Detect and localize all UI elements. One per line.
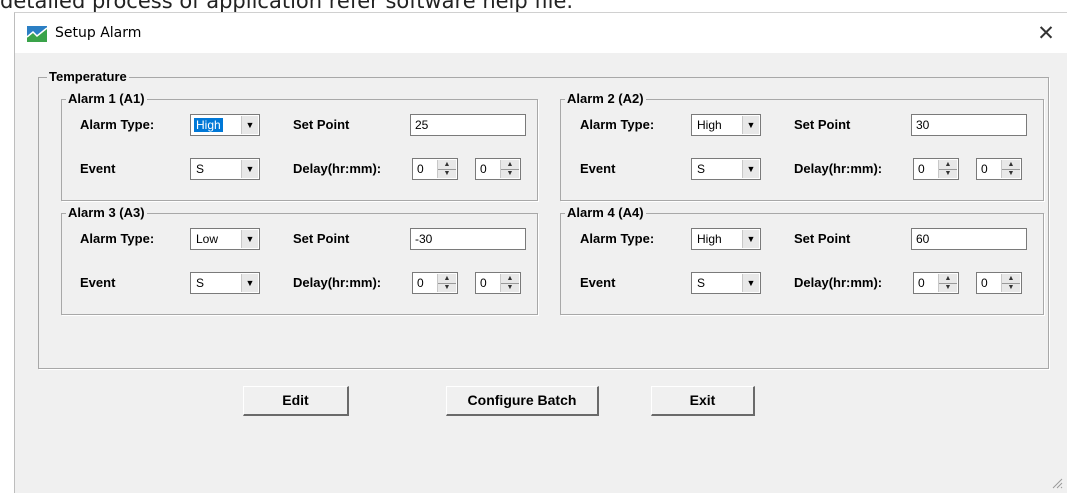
window-title: Setup Alarm [55,25,142,41]
set-point-label: Set Point [794,117,851,132]
delay-minutes-value: 0 [981,276,988,290]
chevron-down-icon[interactable]: ▼ [241,230,258,248]
close-button[interactable]: ✕ [1031,19,1061,47]
alarm-4-group: Alarm 4 (A4) Alarm Type: High ▼ Set Poin… [560,205,1044,315]
chevron-down-icon[interactable]: ▼ [742,274,759,292]
alarm-type-select[interactable]: Low ▼ [190,228,260,250]
set-point-input[interactable]: -30 [410,228,526,250]
edit-button[interactable]: Edit [243,386,349,416]
alarm-type-value: High [697,118,722,132]
delay-hours-spinner[interactable]: 0 ▲ ▼ [412,158,458,180]
alarm-type-select[interactable]: High ▼ [691,114,761,136]
set-point-label: Set Point [293,231,350,246]
alarm-group-title: Alarm 3 (A3) [66,205,147,221]
temperature-group-label: Temperature [47,69,129,85]
event-select[interactable]: S ▼ [691,158,761,180]
delay-hours-value: 0 [417,276,424,290]
chevron-down-icon[interactable]: ▼ [742,160,759,178]
spinner-arrows-icon[interactable]: ▲ ▼ [938,274,957,292]
event-label: Event [80,275,116,290]
alarm-3-group: Alarm 3 (A3) Alarm Type: Low ▼ Set Point… [61,205,538,315]
alarm-2-group: Alarm 2 (A2) Alarm Type: High ▼ Set Poin… [560,91,1044,201]
spinner-arrows-icon[interactable]: ▲ ▼ [437,274,456,292]
delay-minutes-spinner[interactable]: 0 ▲ ▼ [976,158,1022,180]
event-value: S [697,162,706,176]
event-select[interactable]: S ▼ [691,272,761,294]
alarm-type-label: Alarm Type: [580,231,655,246]
title-bar: Setup Alarm ✕ [15,13,1067,53]
set-point-label: Set Point [794,231,851,246]
spinner-arrows-icon[interactable]: ▲ ▼ [1001,160,1020,178]
event-value: S [196,276,205,290]
delay-label: Delay(hr:mm): [794,161,883,176]
alarm-type-select[interactable]: High ▼ [691,228,761,250]
set-point-input[interactable]: 25 [410,114,526,136]
configure-batch-button[interactable]: Configure Batch [446,386,599,416]
delay-label: Delay(hr:mm): [293,275,382,290]
set-point-input[interactable]: 30 [911,114,1027,136]
close-icon: ✕ [1037,21,1055,45]
event-select[interactable]: S ▼ [190,272,260,294]
delay-hours-value: 0 [918,162,925,176]
spinner-arrows-icon[interactable]: ▲ ▼ [938,160,957,178]
resize-grip-icon[interactable] [1051,477,1063,489]
delay-hours-spinner[interactable]: 0 ▲ ▼ [913,158,959,180]
chevron-down-icon[interactable]: ▼ [742,116,759,134]
alarm-type-value: Low [196,232,219,246]
event-select[interactable]: S ▼ [190,158,260,180]
delay-hours-spinner[interactable]: 0 ▲ ▼ [412,272,458,294]
event-value: S [697,276,706,290]
delay-label: Delay(hr:mm): [293,161,382,176]
alarm-group-title: Alarm 4 (A4) [565,205,646,221]
chevron-down-icon[interactable]: ▼ [241,116,258,134]
delay-hours-value: 0 [417,162,424,176]
set-point-label: Set Point [293,117,350,132]
event-label: Event [80,161,116,176]
alarm-type-value: High [697,232,722,246]
delay-minutes-spinner[interactable]: 0 ▲ ▼ [976,272,1022,294]
spinner-arrows-icon[interactable]: ▲ ▼ [437,160,456,178]
delay-hours-spinner[interactable]: 0 ▲ ▼ [913,272,959,294]
spinner-arrows-icon[interactable]: ▲ ▼ [1001,274,1020,292]
event-label: Event [580,161,616,176]
page-caption: detailed process of application refer so… [0,0,1067,12]
delay-minutes-spinner[interactable]: 0 ▲ ▼ [475,272,521,294]
chevron-down-icon[interactable]: ▼ [241,274,258,292]
alarm-group-title: Alarm 1 (A1) [66,91,147,107]
spinner-arrows-icon[interactable]: ▲ ▼ [500,160,519,178]
alarm-type-label: Alarm Type: [580,117,655,132]
alarm-type-label: Alarm Type: [80,117,155,132]
delay-hours-value: 0 [918,276,925,290]
chevron-down-icon[interactable]: ▼ [241,160,258,178]
delay-minutes-value: 0 [981,162,988,176]
alarm-1-group: Alarm 1 (A1) Alarm Type: High ▼ Set Poin… [61,91,538,201]
alarm-type-select[interactable]: High ▼ [190,114,260,136]
event-label: Event [580,275,616,290]
alarm-type-value: High [194,118,223,132]
alarm-group-title: Alarm 2 (A2) [565,91,646,107]
delay-minutes-value: 0 [480,276,487,290]
alarm-type-label: Alarm Type: [80,231,155,246]
event-value: S [196,162,205,176]
exit-button[interactable]: Exit [651,386,755,416]
spinner-arrows-icon[interactable]: ▲ ▼ [500,274,519,292]
chevron-down-icon[interactable]: ▼ [742,230,759,248]
page-caption-text: detailed process of application refer so… [0,0,574,12]
delay-label: Delay(hr:mm): [794,275,883,290]
setup-alarm-window: Setup Alarm ✕ Temperature Alarm 1 (A1) A… [14,12,1067,493]
delay-minutes-value: 0 [480,162,487,176]
delay-minutes-spinner[interactable]: 0 ▲ ▼ [475,158,521,180]
app-chart-icon [27,26,47,42]
set-point-input[interactable]: 60 [911,228,1027,250]
